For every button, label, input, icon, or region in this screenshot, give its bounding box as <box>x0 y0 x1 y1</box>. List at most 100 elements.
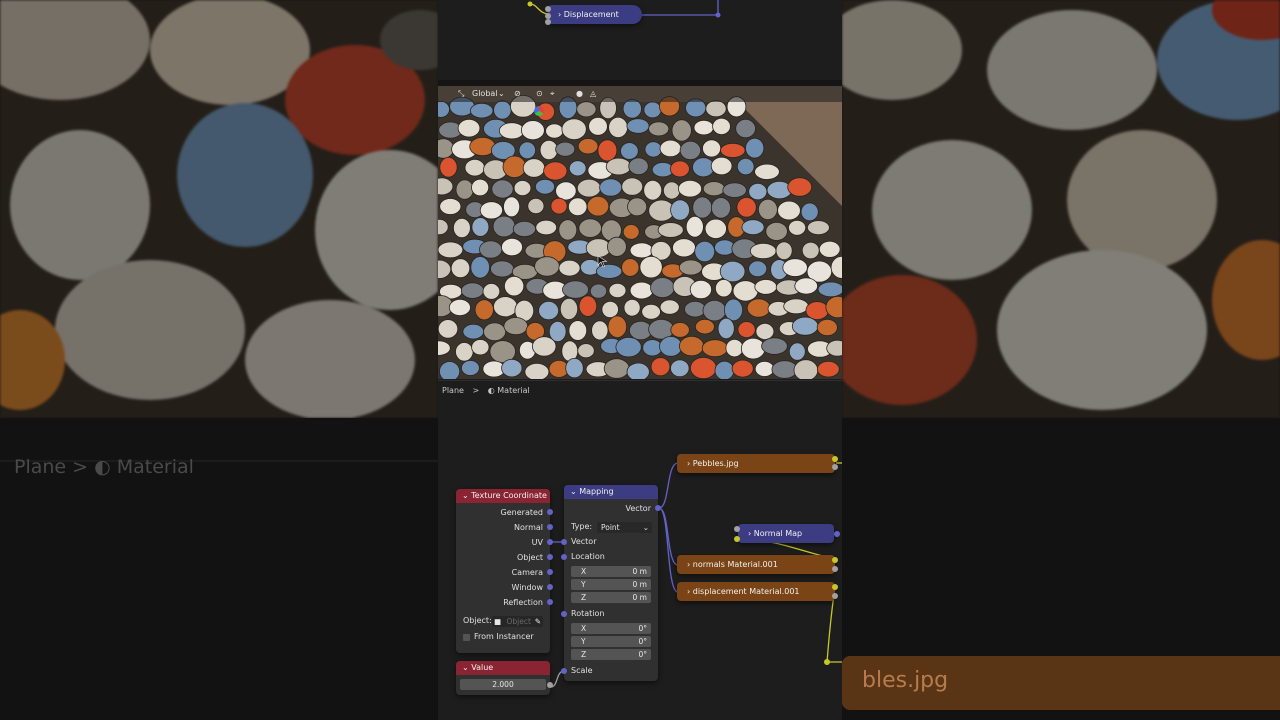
object-picker[interactable]: ■ Object ✎ <box>492 616 543 627</box>
value-field[interactable]: 2.000 <box>460 679 546 690</box>
pebble <box>702 181 726 197</box>
reflection-socket[interactable] <box>547 599 553 605</box>
pebbles-image-texture-node[interactable]: › Pebbles.jpg <box>677 454 835 473</box>
texture-coordinate-title: Texture Coordinate <box>471 491 547 500</box>
pebble <box>578 218 602 238</box>
normals-alpha-socket[interactable] <box>832 566 838 572</box>
pebble <box>474 299 494 321</box>
shader-node-editor[interactable]: Plane > ◐ Material ⌄ Texture Coordinate … <box>438 380 842 720</box>
from-instancer-checkbox[interactable] <box>463 634 470 641</box>
pebbles-color-socket[interactable] <box>832 456 838 462</box>
pebble <box>615 336 642 358</box>
window-socket[interactable] <box>547 584 553 590</box>
mapping-header[interactable]: ⌄ Mapping <box>564 485 658 499</box>
overlay-toggle-icon[interactable]: ● <box>576 89 583 98</box>
pebble <box>692 196 713 219</box>
pebble <box>457 119 481 138</box>
type-label: Type: <box>571 522 593 531</box>
pebble <box>464 158 486 177</box>
background-render-right <box>842 0 1280 418</box>
normal-map-title: Normal Map <box>753 529 803 538</box>
pebble <box>479 240 503 259</box>
pebble <box>492 215 516 238</box>
mapping-vector-input-socket[interactable] <box>561 539 567 545</box>
pebble <box>462 323 485 340</box>
generated-socket[interactable] <box>547 509 553 515</box>
normal-map-node[interactable]: › Normal Map <box>738 524 834 543</box>
pebble <box>725 338 744 358</box>
proportional-edit-icon[interactable]: ⊙ <box>536 89 543 98</box>
value-output-socket[interactable] <box>547 682 553 688</box>
pebble <box>714 279 733 298</box>
wireframe-icon[interactable]: ◬ <box>590 89 596 98</box>
pebble <box>694 318 715 335</box>
mapping-location-socket[interactable] <box>561 554 567 560</box>
texture-coordinate-node[interactable]: ⌄ Texture Coordinate Generated Normal UV… <box>456 489 550 653</box>
snap-icon[interactable]: ⊘ <box>514 89 521 98</box>
pebble <box>684 300 707 318</box>
rotation-x-field[interactable]: X 0° <box>571 623 651 634</box>
normal-map-color-socket[interactable] <box>734 536 740 542</box>
pebble <box>736 158 755 176</box>
type-dropdown[interactable]: Point ⌄ <box>597 522 652 533</box>
normal-socket[interactable] <box>547 524 553 530</box>
location-y-field[interactable]: Y 0 m <box>571 579 651 590</box>
background-pebbles-left <box>0 0 438 418</box>
pebble <box>439 198 462 215</box>
displacement-image-texture-node[interactable]: › displacement Material.001 <box>677 582 835 601</box>
object-socket[interactable] <box>547 554 553 560</box>
displacement-socket-1[interactable] <box>545 6 551 12</box>
location-z-field[interactable]: Z 0 m <box>571 592 651 603</box>
transform-orientation-dropdown[interactable]: Global <box>472 89 498 98</box>
collapse-chevron-icon[interactable]: ⌄ <box>462 491 471 500</box>
pebble <box>677 179 702 198</box>
vector-input-label: Vector <box>571 537 597 546</box>
collapse-chevron-icon[interactable]: ⌄ <box>570 487 579 496</box>
pebble <box>732 280 759 302</box>
texture-coordinate-header[interactable]: ⌄ Texture Coordinate <box>456 489 550 503</box>
normals-color-socket[interactable] <box>832 557 838 563</box>
3d-viewport[interactable]: ⤡ Global ⌄ ⊘ ⊙ ⌖ ● ◬ <box>438 86 842 379</box>
pebble <box>754 163 780 180</box>
mapping-output-socket[interactable] <box>655 505 661 511</box>
displacement-tex-color-socket[interactable] <box>832 584 838 590</box>
rotation-z-field[interactable]: Z 0° <box>571 649 651 660</box>
transform-orientation-icon[interactable]: ⤡ <box>458 89 464 99</box>
pebble <box>628 157 649 176</box>
output-camera: Camera <box>511 568 543 577</box>
pebble <box>555 181 577 201</box>
pebble <box>455 179 474 200</box>
collapse-chevron-icon[interactable]: ⌄ <box>462 663 471 672</box>
displacement-socket-3[interactable] <box>545 19 551 25</box>
pebble <box>754 360 775 377</box>
pebble <box>608 282 627 298</box>
value-node[interactable]: ⌄ Value 2.000 <box>456 661 550 695</box>
mapping-rotation-socket[interactable] <box>561 611 567 617</box>
mapping-node[interactable]: ⌄ Mapping Vector Type: Point ⌄ Vector Lo… <box>564 485 658 681</box>
normals-image-texture-node[interactable]: › normals Material.001 <box>677 555 835 574</box>
pebble <box>539 139 559 161</box>
pebble <box>749 242 777 260</box>
pebble <box>535 178 556 195</box>
pebble <box>754 279 778 295</box>
uv-socket[interactable] <box>547 539 553 545</box>
value-header[interactable]: ⌄ Value <box>456 661 550 675</box>
navigation-gizmo-icon[interactable] <box>534 106 544 116</box>
top-shader-editor[interactable]: › Displacement <box>438 0 842 82</box>
location-x-field[interactable]: X 0 m <box>571 566 651 577</box>
normal-map-output-socket[interactable] <box>834 531 840 537</box>
displacement-tex-alpha-socket[interactable] <box>832 593 838 599</box>
cursor-icon[interactable]: ⌖ <box>550 89 555 99</box>
camera-socket[interactable] <box>547 569 553 575</box>
rotation-y-field[interactable]: Y 0° <box>571 636 651 647</box>
displacement-node[interactable]: › Displacement <box>548 5 642 24</box>
normal-map-strength-socket[interactable] <box>734 526 740 532</box>
reroute-socket[interactable] <box>824 659 830 665</box>
mapping-scale-socket[interactable] <box>561 668 567 674</box>
pebbles-alpha-socket[interactable] <box>832 464 838 470</box>
pebble <box>671 119 692 142</box>
field-value: 0° <box>638 624 647 633</box>
eyedropper-icon[interactable]: ✎ <box>535 616 541 627</box>
pebble <box>704 218 727 239</box>
axis-label: Z <box>581 593 587 602</box>
